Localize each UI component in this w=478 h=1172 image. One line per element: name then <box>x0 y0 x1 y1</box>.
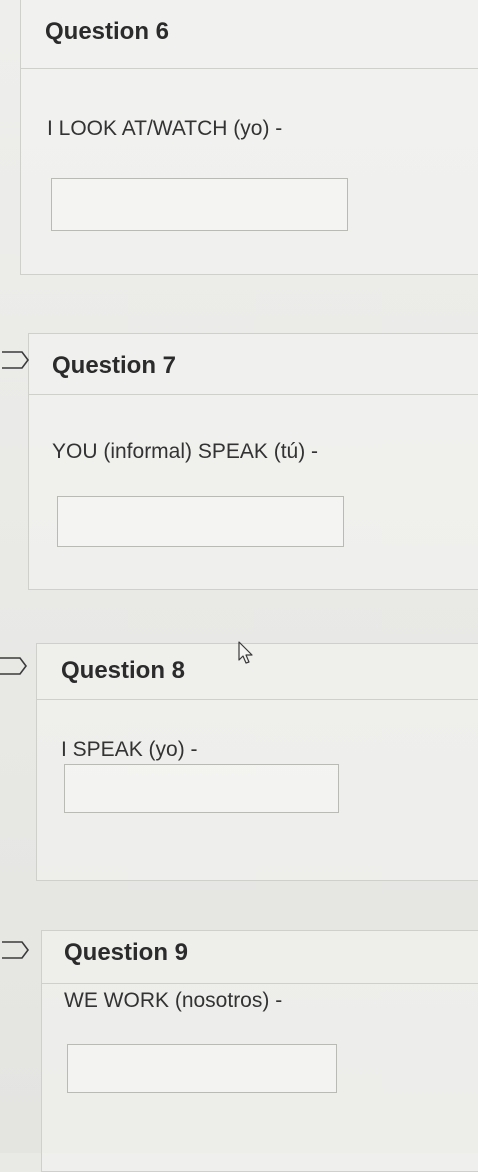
question-title: Question 6 <box>45 18 170 45</box>
flag-icon[interactable] <box>0 656 28 676</box>
quiz-page: Question 6 I LOOK AT/WATCH (yo) - Questi… <box>0 0 478 1172</box>
question-card-9: Question 9 WE WORK (nosotros) - <box>41 930 478 1172</box>
question-prompt: YOU (informal) SPEAK (tú) - <box>52 440 319 463</box>
mouse-pointer-icon <box>238 641 253 664</box>
answer-input[interactable] <box>57 496 344 547</box>
answer-input[interactable] <box>67 1044 337 1093</box>
question-title: Question 8 <box>61 657 186 684</box>
question-title: Question 9 <box>64 939 189 966</box>
question-card-8: Question 8 I SPEAK (yo) - <box>36 643 478 881</box>
question-prompt: I SPEAK (yo) - <box>61 738 198 761</box>
question-title: Question 7 <box>52 352 177 379</box>
question-card-6: Question 6 I LOOK AT/WATCH (yo) - <box>20 0 478 275</box>
question-prompt: I LOOK AT/WATCH (yo) - <box>47 117 283 140</box>
answer-input[interactable] <box>51 178 348 231</box>
question-card-7: Question 7 YOU (informal) SPEAK (tú) - <box>28 333 478 590</box>
flag-icon[interactable] <box>2 350 30 370</box>
question-prompt: WE WORK (nosotros) - <box>64 989 283 1012</box>
answer-input[interactable] <box>64 764 339 813</box>
flag-icon[interactable] <box>2 940 30 960</box>
